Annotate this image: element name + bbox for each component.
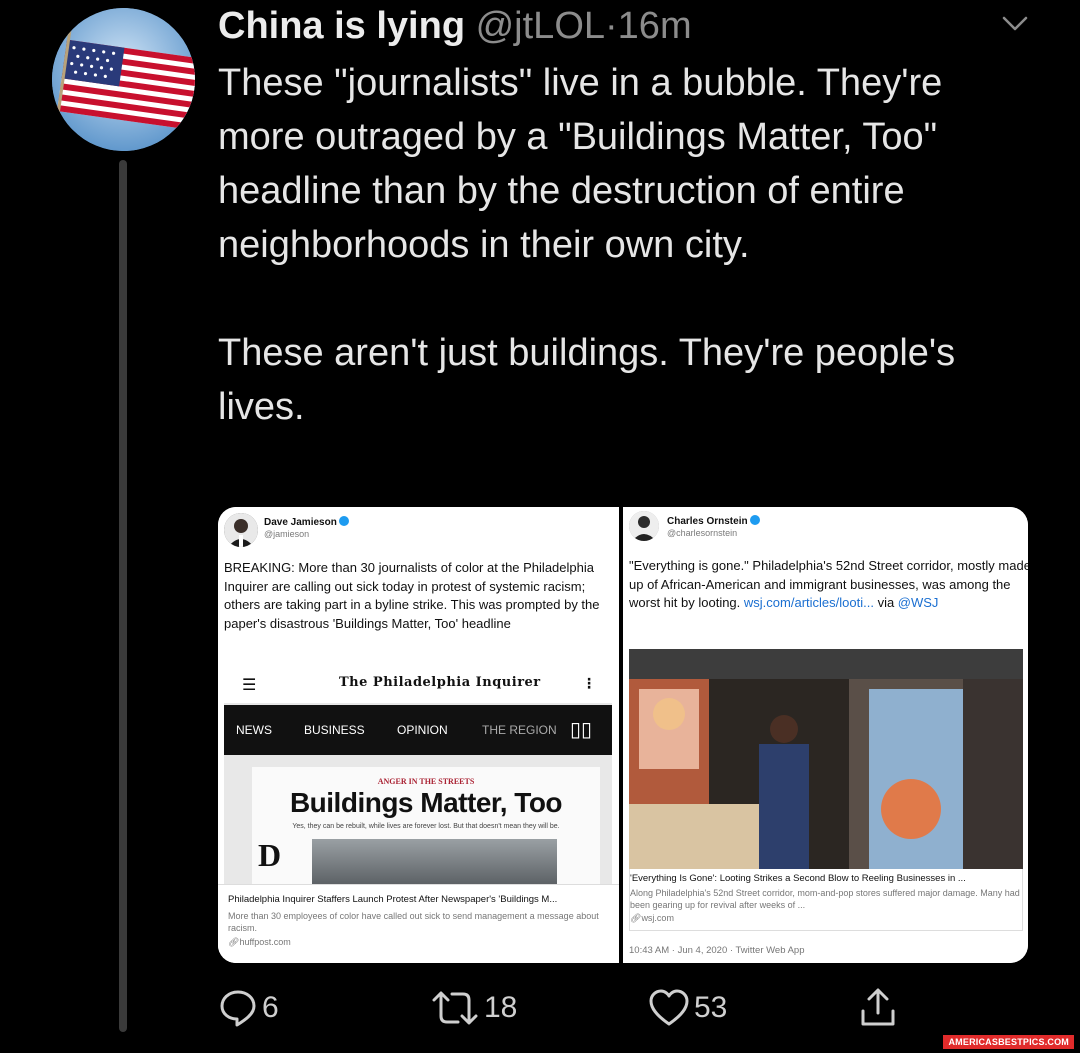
tweet-text: These "journalists" live in a bubble. Th… bbox=[218, 56, 1038, 434]
retweet-button[interactable]: 18 bbox=[430, 984, 517, 1032]
article-link[interactable]: wsj.com/articles/looti... bbox=[744, 595, 874, 610]
nav-item: NEWS bbox=[236, 723, 272, 737]
link-card-source: 🔗︎huffpost.com bbox=[228, 937, 291, 947]
link-icon: 🔗︎ bbox=[630, 913, 642, 923]
link-card-source: 🔗︎wsj.com bbox=[630, 913, 674, 923]
avatar[interactable] bbox=[52, 8, 195, 151]
embedded-screenshot-left[interactable]: Dave Jamieson @jamieson BREAKING: More t… bbox=[218, 507, 619, 963]
link-card-title: Philadelphia Inquirer Staffers Launch Pr… bbox=[228, 894, 558, 905]
newspaper-clipping: ANGER IN THE STREETS Buildings Matter, T… bbox=[252, 767, 600, 884]
mention-link[interactable]: @WSJ bbox=[898, 595, 939, 610]
nav-item: THE REGION bbox=[482, 723, 557, 737]
screenshot-text: BREAKING: More than 30 journalists of co… bbox=[224, 560, 600, 631]
tweet-paragraph: These aren't just buildings. They're peo… bbox=[218, 332, 956, 428]
us-flag-avatar-image bbox=[52, 8, 195, 151]
media-grid[interactable]: Dave Jamieson @jamieson BREAKING: More t… bbox=[218, 507, 1028, 963]
display-name[interactable]: China is lying bbox=[218, 5, 465, 47]
newspaper-image: ☰ The Philadelphia Inquirer ⋮ NEWS BUSIN… bbox=[224, 669, 612, 884]
verified-icon bbox=[338, 516, 349, 526]
link-card-description: More than 30 employees of color have cal… bbox=[228, 911, 599, 933]
clip-kicker: ANGER IN THE STREETS bbox=[377, 777, 475, 786]
reply-icon bbox=[220, 990, 256, 1027]
nav-item: BUSINESS bbox=[304, 723, 365, 737]
link-card-title: 'Everything Is Gone': Looting Strikes a … bbox=[630, 873, 966, 884]
like-button[interactable]: 53 bbox=[648, 984, 727, 1032]
embedded-screenshot-right[interactable]: Charles Ornstein @charlesornstein "Every… bbox=[623, 507, 1028, 963]
heart-icon bbox=[649, 989, 689, 1026]
screenshot-handle: @charlesornstein bbox=[667, 528, 738, 538]
thread-line bbox=[119, 160, 127, 1032]
screenshot-text: "Everything is gone." Philadelphia's 52n… bbox=[629, 558, 1028, 610]
looting-photo bbox=[629, 649, 1023, 869]
share-button[interactable] bbox=[858, 984, 898, 1032]
like-count: 53 bbox=[694, 991, 728, 1024]
avatar bbox=[629, 511, 659, 541]
link-card[interactable]: 'Everything Is Gone': Looting Strikes a … bbox=[629, 869, 1023, 931]
reply-button[interactable]: 6 bbox=[218, 984, 279, 1032]
tweet-paragraph: These "journalists" live in a bubble. Th… bbox=[218, 62, 943, 266]
tweet-header: China is lying @jtLOL·16m bbox=[218, 2, 692, 50]
action-bar: 6 18 53 bbox=[218, 984, 1038, 1032]
link-card[interactable]: Philadelphia Inquirer Staffers Launch Pr… bbox=[218, 884, 619, 963]
paper-nav: NEWS BUSINESS OPINION THE REGION ▯▯ bbox=[224, 705, 612, 755]
screenshot-username: Charles Ornstein bbox=[667, 515, 760, 527]
masthead-title: The Philadelphia Inquirer bbox=[339, 675, 541, 690]
avatar bbox=[224, 513, 258, 547]
more-icon: ⋮ bbox=[582, 675, 596, 691]
nav-item: OPINION bbox=[397, 723, 448, 737]
screenshot-username: Dave Jamieson bbox=[264, 516, 349, 528]
reply-count: 6 bbox=[262, 991, 279, 1024]
retweet-icon bbox=[432, 991, 478, 1025]
clip-headline: Buildings Matter, Too bbox=[289, 787, 563, 818]
drop-cap: D bbox=[258, 837, 282, 873]
handle[interactable]: @jtLOL bbox=[476, 5, 605, 47]
share-icon bbox=[861, 988, 895, 1026]
link-icon: 🔗︎ bbox=[228, 937, 240, 947]
grid-icon: ▯▯ bbox=[570, 719, 593, 741]
timestamp[interactable]: 16m bbox=[618, 5, 692, 47]
masthead: ☰ The Philadelphia Inquirer ⋮ bbox=[224, 669, 612, 703]
link-card-description: Along Philadelphia's 52nd Street corrido… bbox=[630, 888, 1020, 910]
watermark: AMERICASBESTPICS.COM bbox=[943, 1035, 1074, 1049]
screenshot-timestamp: 10:43 AM · Jun 4, 2020 · Twitter Web App bbox=[629, 945, 805, 956]
footer-bar: AMERICASBESTPICS.COM bbox=[0, 1032, 1080, 1053]
verified-icon bbox=[749, 515, 760, 525]
menu-icon: ☰ bbox=[242, 677, 257, 694]
screenshot-handle: @jamieson bbox=[264, 529, 310, 539]
clip-photo bbox=[312, 839, 557, 884]
retweet-count: 18 bbox=[484, 991, 518, 1024]
chevron-down-icon[interactable] bbox=[1002, 14, 1028, 34]
separator: · bbox=[605, 5, 618, 47]
clip-deck: Yes, they can be rebuilt, while lives ar… bbox=[292, 823, 560, 830]
